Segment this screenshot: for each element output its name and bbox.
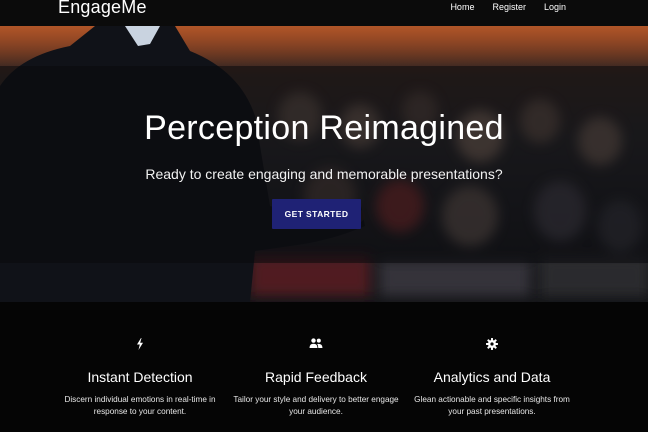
feature-description-line: response to your content. <box>93 407 187 416</box>
nav-link-home[interactable]: Home <box>450 2 474 12</box>
features-section: Instant Detection Discern individual emo… <box>0 302 648 432</box>
brand-logo[interactable]: EngageMe <box>58 0 147 18</box>
feature-title: Analytics and Data <box>433 369 551 385</box>
feature-description: Glean actionable and specific insights f… <box>392 394 592 418</box>
hero-overlay-band <box>0 66 648 263</box>
lightning-icon <box>40 338 240 350</box>
feature-description: Discern individual emotions in real-time… <box>40 394 240 418</box>
hero-title: Perception Reimagined <box>144 109 504 147</box>
feature-description-line: Discern individual emotions in real-time… <box>64 395 216 404</box>
hero-section: Perception Reimagined Ready to create en… <box>0 26 648 302</box>
feature-description-line: Tailor your style and delivery to better… <box>233 395 399 404</box>
gear-icon <box>392 338 592 350</box>
nav-links: Home Register Login <box>432 2 566 12</box>
feature-description-line: your audience. <box>289 407 343 416</box>
feature-description: Tailor your style and delivery to better… <box>216 394 416 418</box>
feature-description-line: Glean actionable and specific insights f… <box>414 395 570 404</box>
feature-title: Instant Detection <box>87 369 193 385</box>
navbar: EngageMe Home Register Login <box>0 0 648 26</box>
hero-subtitle: Ready to create engaging and memorable p… <box>145 166 503 182</box>
get-started-button[interactable]: GET STARTED <box>272 199 361 229</box>
nav-link-register[interactable]: Register <box>492 2 526 12</box>
feature-description-line: your past presentations. <box>448 407 536 416</box>
feature-title: Rapid Feedback <box>265 369 367 385</box>
nav-link-login[interactable]: Login <box>544 2 566 12</box>
people-icon <box>216 338 416 350</box>
